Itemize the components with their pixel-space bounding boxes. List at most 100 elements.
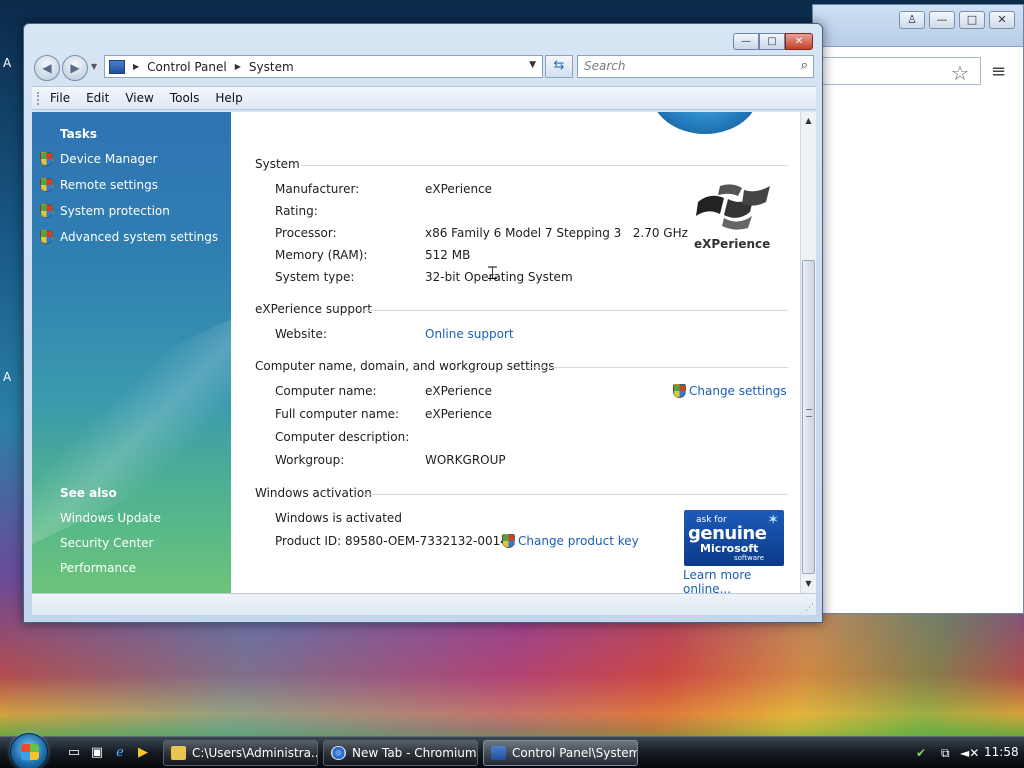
chromium-maximize-button[interactable]: □ [959, 11, 985, 29]
task-label: Remote settings [60, 178, 158, 192]
uac-shield-icon [673, 384, 686, 398]
menu-view[interactable]: View [125, 91, 153, 105]
change-product-key-label: Change product key [518, 534, 639, 548]
pane-sheen [32, 300, 231, 544]
bookmark-star-icon[interactable]: ☆ [951, 61, 969, 85]
taskbar-button-label: New Tab - Chromium [352, 746, 477, 760]
uac-shield-icon [40, 178, 53, 192]
task-label: Advanced system settings [60, 230, 219, 244]
address-bar[interactable]: ▶ Control Panel ▶ System ▼ [104, 55, 543, 78]
volume-muted-icon[interactable]: ◄✕ [960, 746, 979, 760]
search-input[interactable]: Search ⌕ [577, 55, 814, 78]
change-product-key-link[interactable]: Change product key [502, 534, 639, 548]
recent-pages-dropdown-icon[interactable]: ▼ [91, 62, 97, 71]
workgroup-label: Workgroup: [275, 453, 345, 467]
address-dropdown-icon[interactable]: ▼ [529, 60, 536, 70]
task-remote-settings[interactable]: Remote settings [40, 178, 158, 192]
chromium-window[interactable]: ♙ — □ ✕ ☆ ≡ [812, 4, 1024, 614]
genuine-line4: software [734, 554, 765, 562]
memory-value: 512 MB [425, 248, 471, 262]
menu-file[interactable]: File [50, 91, 70, 105]
task-system-protection[interactable]: System protection [40, 204, 170, 218]
control-panel-icon [491, 746, 506, 760]
change-settings-link[interactable]: Change settings [673, 384, 787, 398]
task-device-manager[interactable]: Device Manager [40, 152, 157, 166]
control-panel-icon [109, 59, 125, 74]
breadcrumb-chevron-icon[interactable]: ▶ [133, 62, 139, 71]
desktop-icon-fragment[interactable]: A [3, 370, 11, 384]
chromium-profile-button[interactable]: ♙ [899, 11, 925, 29]
menu-tools[interactable]: Tools [170, 91, 200, 105]
switch-windows-icon[interactable]: ▣ [89, 745, 105, 760]
taskbar: ▭ ▣ ℯ ▶ C:\Users\Administra... New Tab -… [0, 733, 1024, 768]
taskbar-chromium-button[interactable]: New Tab - Chromium [323, 740, 478, 766]
system-window[interactable]: — □ ✕ ◀ ▶ ▼ ▶ Control Panel ▶ System ▼ ⇆… [23, 23, 823, 623]
breadcrumb-system[interactable]: System [249, 60, 294, 74]
task-advanced-system-settings[interactable]: Advanced system settings [40, 230, 218, 244]
rating-label: Rating: [275, 204, 318, 218]
learn-more-online-link[interactable]: Learn more online... [683, 568, 800, 593]
menu-bar: File Edit View Tools Help [32, 86, 816, 110]
memory-label: Memory (RAM): [275, 248, 368, 262]
see-also-windows-update[interactable]: Windows Update [60, 511, 161, 525]
section-computer-title: Computer name, domain, and workgroup set… [255, 359, 555, 373]
desktop-icon-fragment[interactable]: A [3, 56, 11, 70]
scroll-down-icon[interactable]: ▼ [801, 576, 816, 592]
sparkle-icon: ✶ [767, 512, 779, 528]
folder-icon [171, 746, 186, 760]
chromium-menu-icon[interactable]: ≡ [991, 61, 1006, 82]
section-divider [363, 310, 788, 311]
menu-help[interactable]: Help [215, 91, 242, 105]
back-button[interactable]: ◀ [34, 55, 60, 81]
forward-arrow-icon: ▶ [70, 61, 80, 75]
scroll-up-icon[interactable]: ▲ [801, 113, 816, 129]
media-player-icon[interactable]: ▶ [135, 745, 151, 760]
clock[interactable]: 11:58 [984, 745, 1019, 759]
minimize-button[interactable]: — [733, 33, 759, 50]
chromium-minimize-button[interactable]: — [929, 11, 955, 29]
start-button[interactable] [10, 733, 48, 768]
full-computer-name-label: Full computer name: [275, 407, 400, 421]
see-also-performance[interactable]: Performance [60, 561, 136, 575]
update-tray-icon[interactable]: ✔ [916, 746, 926, 760]
taskbar-control-panel-button[interactable]: Control Panel\System [483, 740, 638, 766]
back-arrow-icon: ◀ [42, 61, 52, 75]
refresh-button[interactable]: ⇆ [545, 55, 573, 78]
search-icon[interactable]: ⌕ [801, 58, 808, 73]
system-type-value: 32-bit Operating System [425, 270, 573, 284]
network-tray-icon[interactable]: ⧉ [941, 746, 950, 761]
breadcrumb-control-panel[interactable]: Control Panel [147, 60, 227, 74]
task-label: Device Manager [60, 152, 158, 166]
tasks-heading: Tasks [60, 127, 98, 141]
breadcrumb-chevron-icon[interactable]: ▶ [235, 62, 241, 71]
genuine-microsoft-badge[interactable]: ask for genuine Microsoft software ✶ [684, 510, 784, 566]
processor-label: Processor: [275, 226, 337, 240]
chromium-titlebar[interactable]: ♙ — □ ✕ [813, 5, 1023, 47]
see-also-security-center[interactable]: Security Center [60, 536, 153, 550]
menu-edit[interactable]: Edit [86, 91, 109, 105]
system-tray: ✔ ⧉ ◄✕ 11:58 [908, 740, 1024, 766]
taskbar-explorer-button[interactable]: C:\Users\Administra... [163, 740, 318, 766]
forward-button[interactable]: ▶ [62, 55, 88, 81]
computer-name-label: Computer name: [275, 384, 377, 398]
mouse-cursor-icon: ⌶ [487, 263, 498, 284]
activation-status: Windows is activated [275, 511, 402, 525]
scrollbar-thumb[interactable] [802, 260, 815, 574]
uac-shield-icon [40, 204, 53, 218]
section-divider [301, 165, 788, 166]
windows-logo-icon [21, 744, 39, 760]
chromium-close-button[interactable]: ✕ [989, 11, 1015, 29]
internet-explorer-icon[interactable]: ℯ [112, 745, 128, 760]
vertical-scrollbar[interactable]: ▲ ▼ [800, 112, 816, 593]
resize-grip-icon[interactable]: ⋰ [805, 603, 814, 613]
chromium-icon [331, 746, 346, 760]
show-desktop-icon[interactable]: ▭ [66, 745, 82, 760]
system-type-label: System type: [275, 270, 355, 284]
close-button[interactable]: ✕ [785, 33, 813, 50]
manufacturer-value: eXPerience [425, 182, 493, 196]
online-support-link[interactable]: Online support [425, 327, 514, 341]
windows-flag-icon [696, 184, 770, 230]
maximize-button[interactable]: □ [759, 33, 785, 50]
thumb-grip [806, 409, 812, 417]
manufacturer-label: Manufacturer: [275, 182, 360, 196]
